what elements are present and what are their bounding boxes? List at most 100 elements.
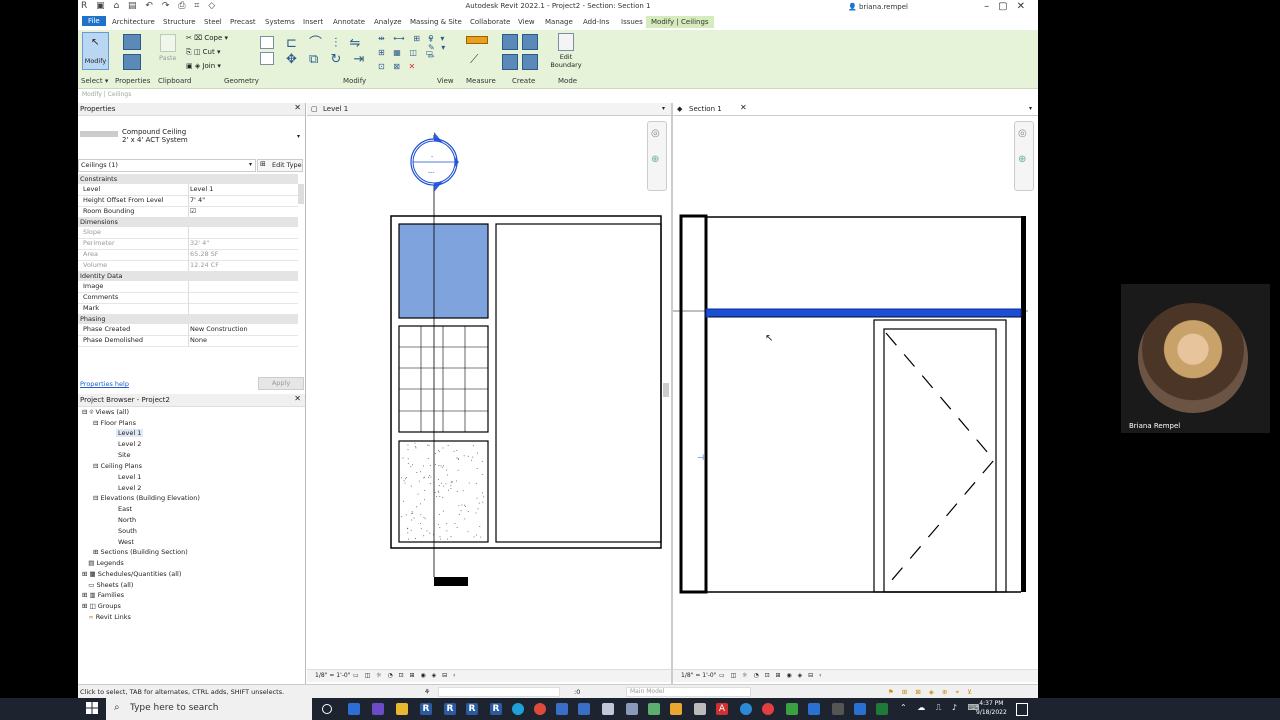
zoom-icon-right[interactable]: ⊕ — [1018, 154, 1026, 165]
tab-insert[interactable]: Insert — [303, 18, 323, 26]
tree-fp-level-2[interactable]: Level 2 — [118, 440, 141, 448]
navigation-bar[interactable]: ◎ ⊕ — [647, 121, 667, 191]
section-canvas[interactable]: ⊣ — [673, 115, 1038, 673]
app-icon-b[interactable] — [648, 703, 660, 715]
join-button[interactable]: ▣ ◈ Join ▾ — [186, 62, 221, 70]
tree-revit-links[interactable]: ∞ Revit Links — [82, 613, 131, 621]
properties-icon[interactable] — [123, 54, 141, 70]
instance-filter[interactable]: Ceilings (1) ▾ — [78, 159, 256, 172]
create-parts-icon[interactable] — [502, 54, 518, 70]
file-explorer-icon[interactable] — [396, 703, 408, 715]
prop-phase-demolished-value[interactable]: None — [190, 336, 207, 344]
tab-manage[interactable]: Manage — [545, 18, 573, 26]
dimension-icon[interactable]: ⟋ — [470, 52, 478, 67]
section-phasing[interactable]: Phasing — [78, 314, 298, 324]
wall-join-icon[interactable] — [260, 52, 274, 65]
tab-architecture[interactable]: Architecture — [112, 18, 155, 26]
view-section-1[interactable]: ◆ Section 1 ✕ ▾ ⊣ ↖ ◎ ⊕ 1/8" = 1'-0" ▭ ◫… — [673, 103, 1038, 685]
room-bounding-checkbox[interactable]: ☑ — [190, 207, 196, 215]
notifications-icon[interactable] — [1016, 703, 1028, 716]
workset-dropdown[interactable] — [438, 687, 560, 697]
revit-app-icon-3[interactable]: R — [466, 703, 478, 715]
delete-icon[interactable]: ✕ — [409, 62, 419, 71]
tab-file[interactable]: File — [82, 16, 106, 26]
properties-help-link[interactable]: Properties help — [80, 380, 129, 388]
tree-fp-level-1[interactable]: Level 1 — [116, 429, 144, 437]
align-offset-mirror-icons[interactable]: ⊏ ⌒ ⫶ ⇋ — [286, 32, 364, 51]
tree-groups[interactable]: ⊞ ◫ Groups — [82, 602, 121, 610]
close-properties-icon[interactable]: ✕ — [294, 103, 301, 112]
tab-structure[interactable]: Structure — [163, 18, 196, 26]
tab-steel[interactable]: Steel — [204, 18, 222, 26]
section-dimensions[interactable]: Dimensions — [78, 217, 298, 227]
taskbar-clock[interactable]: 4:37 PM 9/18/2022 — [976, 699, 1007, 717]
tree-elevations[interactable]: ⊟ Elevations (Building Elevation) — [93, 494, 200, 502]
create-assembly-icon[interactable] — [502, 34, 518, 50]
selection-filter-icons[interactable]: ⚑ ⊞ ⊠ ◈ ⊕ ⌖ ⊻ — [888, 688, 975, 697]
cut-button[interactable]: ⎘ ◫ Cut ▾ — [186, 48, 221, 57]
app-icon-h[interactable] — [808, 703, 820, 715]
edit-type-button[interactable]: ⊞ Edit Type — [257, 159, 303, 172]
steering-wheel-icon-right[interactable]: ◎ — [1018, 128, 1027, 139]
revit-app-icon-4[interactable]: R — [490, 703, 502, 715]
tree-families[interactable]: ⊞ ▥ Families — [82, 591, 124, 599]
tab-collaborate[interactable]: Collaborate — [470, 18, 510, 26]
create-group-icon[interactable] — [522, 34, 538, 50]
modify-button[interactable]: ↖ Modify — [82, 32, 109, 70]
apply-button[interactable]: Apply — [258, 377, 304, 390]
tab-menu-icon-right[interactable]: ▾ — [1029, 105, 1032, 112]
tree-sheets[interactable]: ▭ Sheets (all) — [82, 581, 133, 589]
mail-icon[interactable] — [348, 703, 360, 715]
app-icon-a[interactable] — [626, 703, 638, 715]
type-properties-icon[interactable] — [123, 34, 141, 50]
properties-scrollbar[interactable] — [298, 184, 304, 204]
group-select[interactable]: Select ▾ — [81, 77, 108, 85]
window-controls[interactable]: –▢✕ — [984, 1, 1034, 12]
tree-cp-level-2[interactable]: Level 2 — [118, 484, 141, 492]
cope-button[interactable]: ✂ ⌧ Cope ▾ — [186, 34, 228, 42]
steering-wheel-icon[interactable]: ◎ — [651, 128, 660, 139]
chrome-icon[interactable] — [534, 703, 546, 715]
type-selector[interactable]: Compound Ceiling 2' x 4' ACT System — [122, 128, 188, 144]
close-browser-icon[interactable]: ✕ — [294, 394, 301, 403]
view-control-bar-right[interactable]: 1/8" = 1'-0" ▭ ◫ ☼ ◔ ⊡ ⊞ ◉ ◈ ⊟ ‹ — [673, 669, 1038, 682]
user-account[interactable]: 👤 briana.rempel — [848, 3, 908, 11]
modify-scale-tools[interactable]: ⊡ ⊠ ✕ — [378, 62, 418, 71]
workset-icon[interactable]: ⚘ — [424, 688, 430, 696]
view-tools[interactable]: ♀ ▾ ✎ ▾ ✏ — [428, 34, 447, 61]
prop-phase-demolished[interactable]: Phase Demolished None — [78, 335, 298, 347]
app-icon-i[interactable] — [832, 703, 844, 715]
tree-schedules[interactable]: ⊞ ▦ Schedules/Quantities (all) — [82, 570, 181, 578]
create-similar-icon[interactable] — [522, 54, 538, 70]
app-icon-e[interactable] — [740, 703, 752, 715]
vertical-scrollbar[interactable] — [663, 383, 669, 397]
edit-boundary-icon[interactable] — [558, 33, 574, 51]
measure-icon[interactable] — [466, 36, 488, 44]
view-control-icons[interactable]: ▭ ◫ ☼ ◔ ⊡ ⊞ ◉ ◈ ⊟ ‹ — [353, 672, 457, 679]
tree-floor-plans[interactable]: ⊟ Floor Plans — [93, 419, 136, 427]
snipping-icon[interactable] — [602, 703, 614, 715]
scale-label-right[interactable]: 1/8" = 1'-0" — [681, 672, 716, 679]
section-constraints[interactable]: Constraints — [78, 174, 298, 184]
navisworks-icon[interactable] — [556, 703, 568, 715]
zoom-icon[interactable]: ⊕ — [651, 154, 659, 165]
tab-add-ins[interactable]: Add-Ins — [583, 18, 609, 26]
tab-analyze[interactable]: Analyze — [374, 18, 402, 26]
edit-boundary-label[interactable]: Edit Boundary — [549, 53, 583, 69]
app-icon-f[interactable] — [762, 703, 774, 715]
tab-menu-icon[interactable]: ▾ — [662, 105, 665, 112]
design-option-dropdown[interactable]: Main Model — [626, 687, 751, 697]
revit-app-icon-2[interactable]: R — [444, 703, 456, 715]
plan-canvas[interactable]: - --- — [307, 115, 671, 673]
tab-issues[interactable]: Issues — [621, 18, 643, 26]
edge-icon[interactable] — [512, 703, 524, 715]
tree-north[interactable]: North — [118, 516, 136, 524]
geometry-tool-icon[interactable] — [260, 36, 274, 49]
tree-west[interactable]: West — [118, 538, 134, 546]
view-control-bar[interactable]: 1/8" = 1'-0" ▭ ◫ ☼ ◔ ⊡ ⊞ ◉ ◈ ⊟ ‹ — [307, 669, 671, 682]
tree-south[interactable]: South — [118, 527, 137, 535]
app-icon-d[interactable] — [694, 703, 706, 715]
scale-label[interactable]: 1/8" = 1'-0" — [315, 672, 350, 679]
view-control-icons-right[interactable]: ▭ ◫ ☼ ◔ ⊡ ⊞ ◉ ◈ ⊟ ‹ — [719, 672, 823, 679]
prop-phase-created-value[interactable]: New Construction — [190, 325, 248, 333]
